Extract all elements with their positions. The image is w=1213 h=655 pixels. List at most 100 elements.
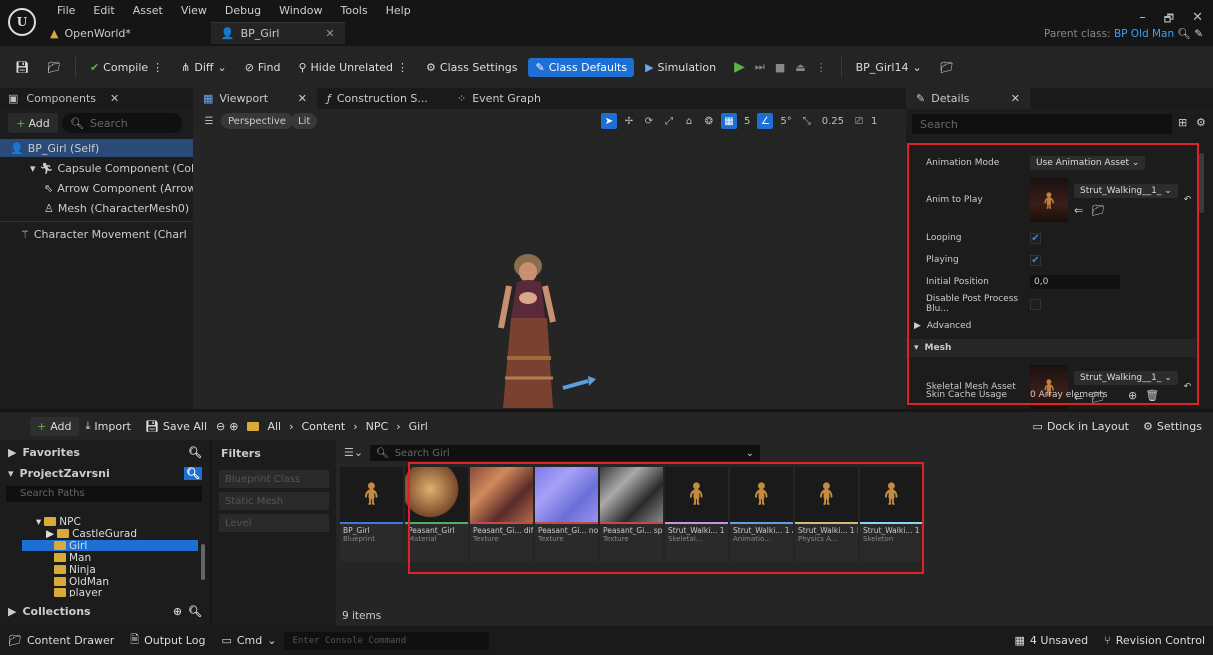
project-header[interactable]: ▾ ProjectZavrsni 🔍︎ (8, 467, 202, 480)
filter-level[interactable]: Level (219, 514, 329, 532)
cmd-select[interactable]: ▭ Cmd ⌄ (213, 634, 284, 647)
asset-search-input[interactable]: 🔍︎ Search Girl ⌄ (370, 445, 760, 461)
table-view-icon[interactable]: ⊞ (1178, 116, 1187, 129)
compile-button[interactable]: ✔ Compile ⋮ (83, 58, 170, 77)
viewport-canvas[interactable] (193, 133, 906, 409)
step-icon[interactable]: ⏭ (755, 60, 765, 74)
details-search-input[interactable]: Search (912, 114, 1172, 134)
eject-icon[interactable]: ⏏ (795, 61, 805, 74)
class-settings-button[interactable]: ⚙ Class Settings (419, 58, 524, 77)
tree-item-self[interactable]: 👤 BP_Girl (Self) (0, 139, 193, 157)
menu-debug[interactable]: Debug (216, 4, 270, 17)
rotation-snap-icon[interactable]: ∠ (757, 113, 774, 129)
search-paths-input[interactable]: Search Paths (6, 486, 202, 502)
dock-in-layout-button[interactable]: ▭ Dock in Layout (1026, 417, 1136, 436)
stop-icon[interactable]: ■ (775, 61, 785, 74)
add-collection-icon[interactable]: ⊕ (173, 605, 182, 618)
content-drawer-button[interactable]: 📁︎ Content Drawer (0, 634, 122, 647)
menu-file[interactable]: File (48, 4, 84, 17)
breadcrumb-girl[interactable]: Girl (409, 420, 428, 433)
tab-details[interactable]: ✎ Details ✕ (906, 88, 1030, 109)
asset-tile[interactable]: 🧍︎ BP_Girl Blueprint (340, 467, 403, 562)
breadcrumb-content[interactable]: Content (302, 420, 346, 433)
class-defaults-button[interactable]: ✎ Class Defaults (528, 57, 635, 77)
search-icon[interactable]: 🔍︎ (188, 446, 202, 459)
history-back-icon[interactable]: ⊖ (214, 417, 227, 436)
menu-help[interactable]: Help (377, 4, 420, 17)
close-tab-icon[interactable]: ✕ (1011, 92, 1020, 105)
close-tab-icon[interactable]: ✕ (325, 27, 334, 40)
console-input[interactable]: Enter Console Command (284, 631, 490, 650)
perspective-button[interactable]: Perspective (221, 113, 293, 129)
tree-item-capsule[interactable]: ▾ 🏃︎ Capsule Component (Collis (0, 159, 206, 177)
folder-player[interactable]: player (54, 588, 102, 597)
filter-blueprint-class[interactable]: Blueprint Class (219, 470, 329, 488)
collections-header[interactable]: ▶ Collections ⊕ 🔍︎ (8, 605, 202, 618)
search-icon[interactable]: 🔍︎ (188, 605, 202, 618)
menu-edit[interactable]: Edit (84, 4, 123, 17)
close-tab-icon[interactable]: ✕ (298, 92, 307, 105)
menu-asset[interactable]: Asset (124, 4, 172, 17)
menu-window[interactable]: Window (270, 4, 331, 17)
tab-components[interactable]: Components (26, 92, 96, 105)
tree-item-character-movement[interactable]: ⚚ Character Movement (Charl (0, 225, 187, 243)
save-all-button[interactable]: 💾︎ Save All (138, 417, 214, 436)
tab-bp-girl[interactable]: 👤 BP_Girl ✕ (210, 22, 345, 44)
camera-speed-icon[interactable]: ⎚ (851, 113, 867, 129)
camera-speed[interactable]: 1 (871, 116, 877, 127)
hide-unrelated-button[interactable]: ⚲ Hide Unrelated ⋮ (291, 58, 415, 77)
unreal-logo-icon[interactable]: U (8, 8, 36, 36)
play-icon[interactable]: ▶ (734, 59, 745, 75)
details-scrollbar[interactable] (1199, 153, 1204, 213)
scale-icon[interactable]: ⤢ (661, 113, 677, 129)
folders-scrollbar[interactable] (201, 544, 205, 580)
favorites-header[interactable]: ▶ Favorites 🔍︎ (8, 446, 202, 459)
settings-icon[interactable]: ⚙ (1196, 116, 1206, 129)
save-icon[interactable]: 💾︎ (8, 58, 36, 77)
tab-construction-script[interactable]: ƒ Construction S... (317, 88, 447, 109)
debug-object-select[interactable]: BP_Girl14 ⌄ (849, 58, 929, 77)
menu-view[interactable]: View (172, 4, 216, 17)
add-component-button[interactable]: + Add (8, 113, 58, 133)
tree-item-arrow[interactable]: ⇖ Arrow Component (Arrow (0, 179, 196, 197)
find-button[interactable]: ⊘ Find (238, 58, 288, 77)
rotation-snap[interactable]: 5° (777, 116, 794, 127)
tab-openworld[interactable]: ▲ OpenWorld* (40, 22, 141, 44)
scale-snap[interactable]: 0.25 (819, 116, 847, 127)
filter-static-mesh[interactable]: Static Mesh (219, 492, 329, 510)
diff-button[interactable]: ⋔ Diff ⌄ (174, 58, 234, 77)
chevron-down-icon[interactable]: ⌄ (746, 448, 754, 459)
folder-castlegurad[interactable]: ▶ CastleGurad (46, 528, 137, 540)
folder-ninja[interactable]: Ninja (54, 564, 96, 576)
expand-icon[interactable]: ▾ (30, 162, 36, 175)
simulation-button[interactable]: ▶ Simulation (638, 58, 723, 77)
parent-class-link[interactable]: BP Old Man (1114, 28, 1174, 40)
browse-debug-icon[interactable]: 📁︎ (933, 58, 961, 77)
grid-snap-icon[interactable]: ▦ (721, 113, 737, 129)
revision-control-button[interactable]: ⑂ Revision Control (1096, 634, 1213, 647)
close-tab-icon[interactable]: ✕ (110, 92, 119, 105)
rotate-icon[interactable]: ⟳ (641, 113, 657, 129)
search-icon[interactable]: 🔍︎ (184, 467, 202, 480)
folder-man[interactable]: Man (54, 552, 91, 564)
output-log-button[interactable]: 🗎 Output Log (122, 631, 213, 650)
lit-button[interactable]: Lit (291, 113, 318, 129)
cb-settings-button[interactable]: ⚙ Settings (1136, 417, 1209, 436)
more-icon[interactable]: ⋮ (397, 61, 408, 74)
history-forward-icon[interactable]: ⊕ (227, 417, 240, 436)
more-icon[interactable]: ⋮ (152, 61, 163, 74)
tree-item-mesh[interactable]: ♙ Mesh (CharacterMesh0) (0, 199, 189, 217)
folder-oldman[interactable]: OldMan (54, 576, 109, 588)
surface-snap-icon[interactable]: ❂ (701, 113, 717, 129)
cb-add-button[interactable]: + Add (30, 416, 79, 436)
tab-viewport[interactable]: ▦ Viewport ✕ (193, 88, 317, 109)
components-search-input[interactable]: 🔍︎ Search (62, 113, 182, 133)
translate-icon[interactable]: ✢ (621, 113, 637, 129)
unsaved-button[interactable]: ▦ 4 Unsaved (1007, 634, 1097, 647)
browse-icon[interactable]: 📁︎ (40, 58, 68, 77)
folder-girl[interactable]: Girl (22, 540, 198, 552)
select-icon[interactable]: ➤ (601, 113, 617, 129)
grid-size[interactable]: 5 (741, 116, 753, 127)
more-icon[interactable]: ⋮ (816, 61, 827, 74)
import-button[interactable]: ⤓ Import (79, 416, 138, 436)
